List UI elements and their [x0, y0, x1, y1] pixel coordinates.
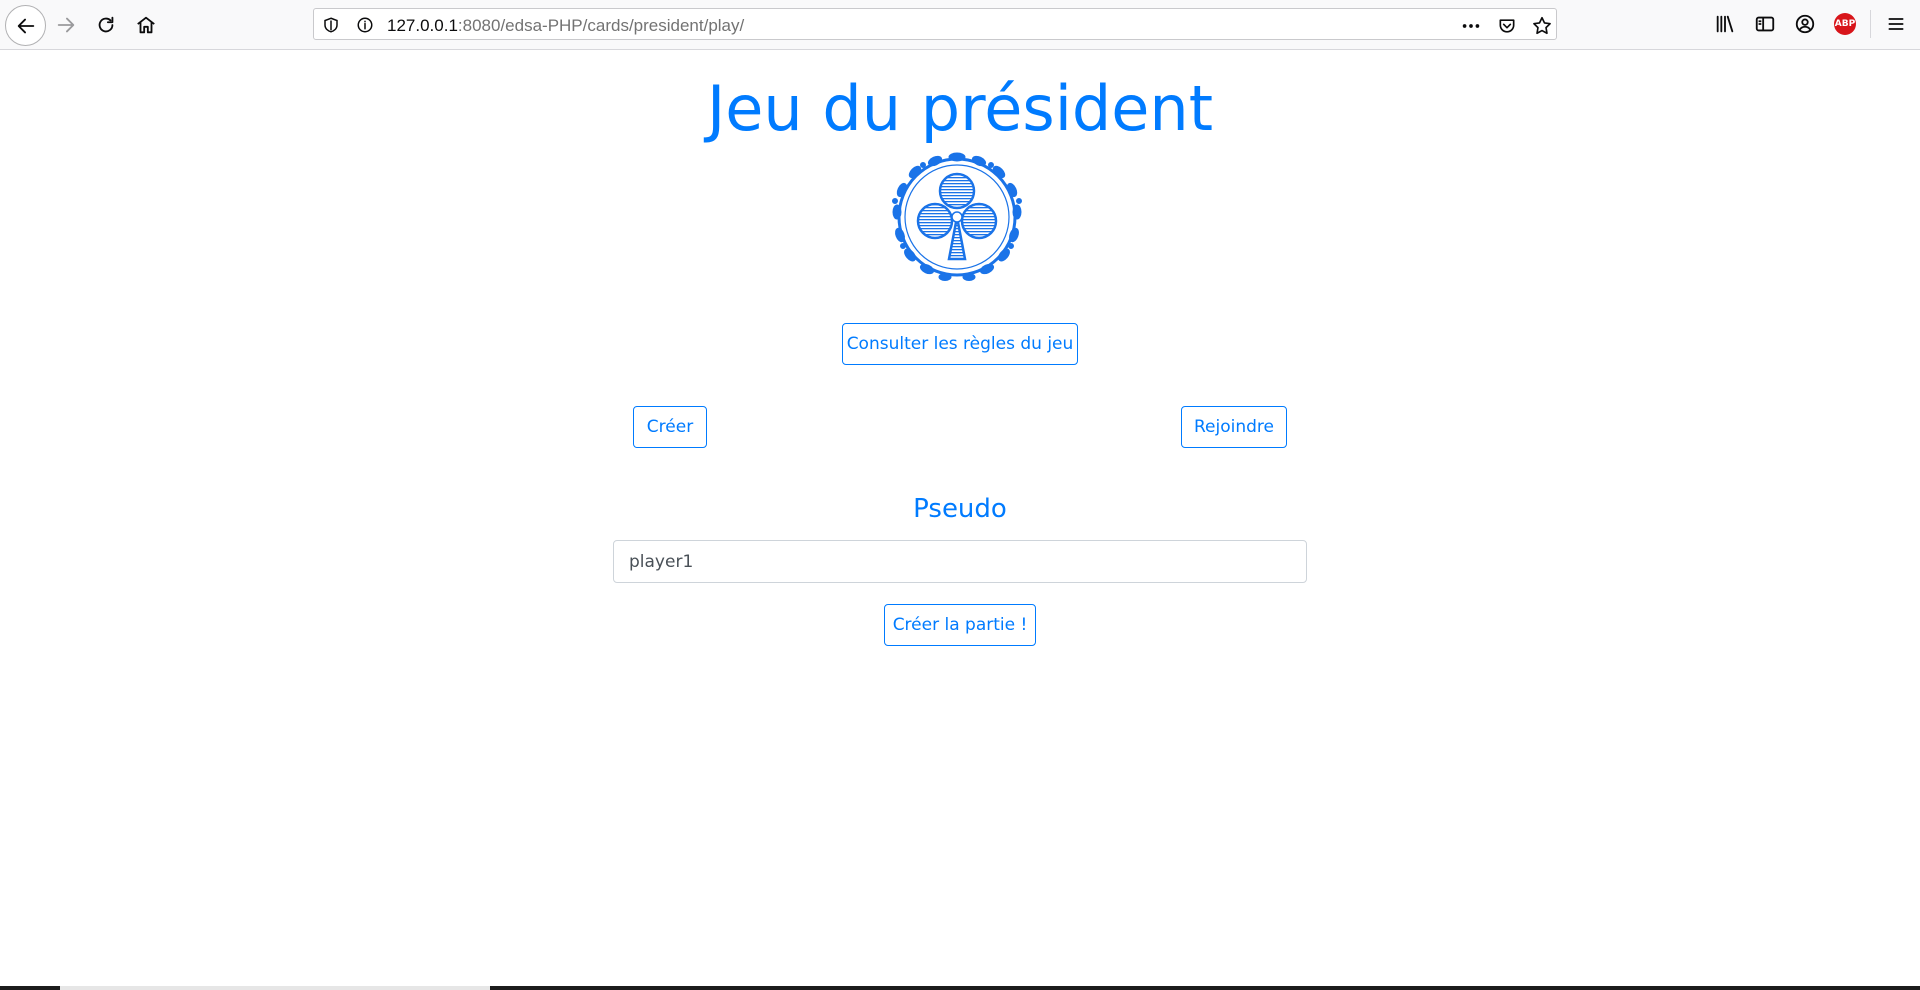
home-icon [137, 16, 155, 34]
back-button[interactable] [5, 5, 46, 46]
menu-icon[interactable] [1884, 12, 1908, 36]
library-icon[interactable] [1713, 12, 1737, 36]
create-game-button[interactable]: Créer la partie ! [884, 604, 1036, 646]
url-path: :8080/edsa-PHP/cards/president/play/ [457, 16, 745, 35]
page-title: Jeu du président [706, 72, 1214, 145]
home-button[interactable] [127, 6, 165, 44]
reload-button[interactable] [87, 6, 125, 44]
bookmark-star-icon[interactable] [1530, 14, 1554, 38]
join-button[interactable]: Rejoindre [1181, 406, 1287, 448]
sidebar-icon[interactable] [1753, 12, 1777, 36]
url-bar[interactable]: 127.0.0.1:8080/edsa-PHP/cards/president/… [313, 8, 1557, 40]
url-host: 127.0.0.1 [387, 16, 458, 35]
reload-icon [98, 16, 114, 33]
account-icon[interactable] [1793, 12, 1817, 36]
create-button[interactable]: Créer [633, 406, 707, 448]
more-icon[interactable] [1459, 14, 1483, 38]
url-text[interactable]: 127.0.0.1:8080/edsa-PHP/cards/president/… [387, 16, 744, 36]
rules-button[interactable]: Consulter les règles du jeu [842, 323, 1078, 365]
toolbar-divider [1870, 10, 1871, 38]
pseudo-label: Pseudo [913, 494, 1007, 524]
abp-badge: ABP [1834, 13, 1856, 35]
pseudo-input[interactable] [613, 540, 1307, 583]
forward-button[interactable] [47, 6, 85, 44]
adblock-plus-icon[interactable]: ABP [1833, 12, 1857, 36]
browser-toolbar: 127.0.0.1:8080/edsa-PHP/cards/president/… [0, 0, 1920, 50]
club-emblem-icon [885, 147, 1030, 288]
pocket-icon[interactable] [1495, 14, 1519, 38]
tracking-shield-icon[interactable] [321, 15, 341, 35]
back-icon [17, 18, 34, 33]
taskbar-active-item[interactable] [60, 986, 490, 990]
site-info-icon[interactable] [355, 15, 375, 35]
forward-icon [57, 17, 75, 33]
